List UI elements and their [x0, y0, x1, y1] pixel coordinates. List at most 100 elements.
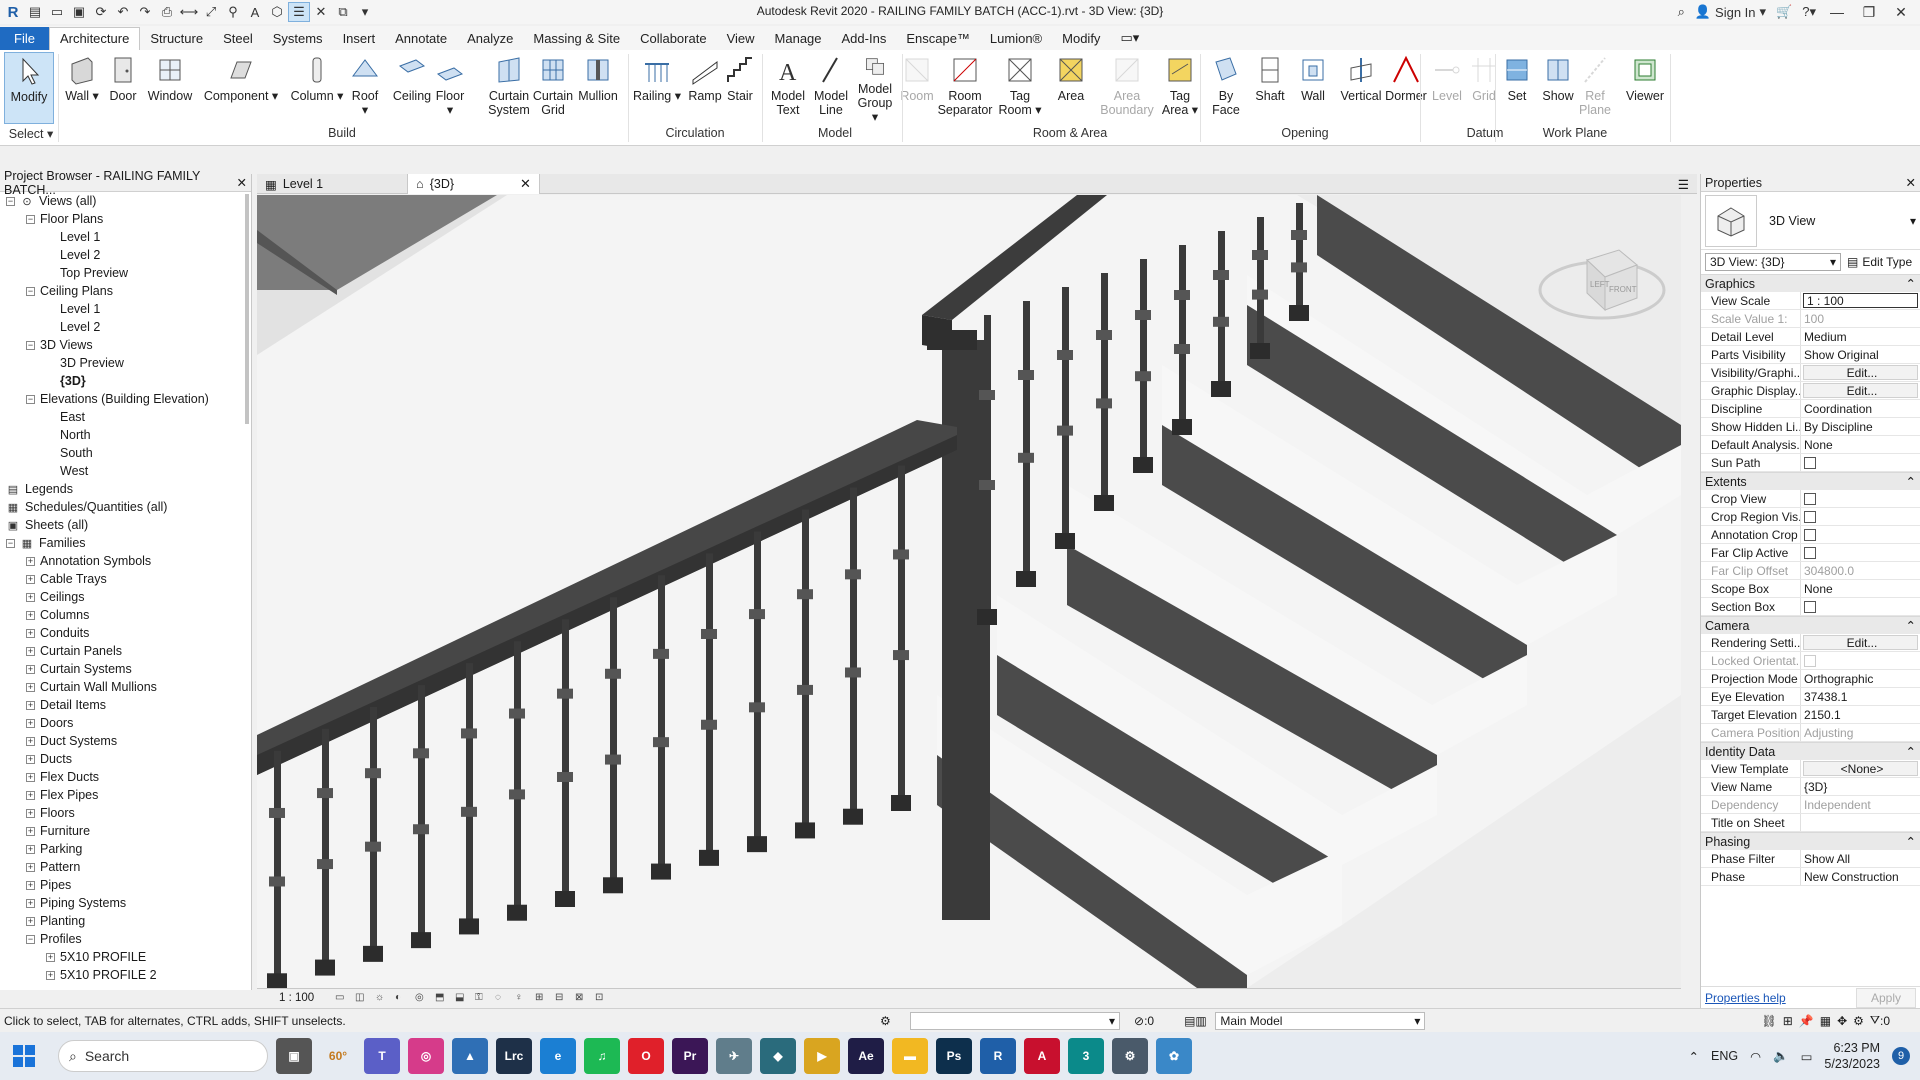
exclude-options-icon[interactable]: ▥: [1195, 1014, 1215, 1028]
expand-icon[interactable]: +: [26, 718, 35, 728]
premiere-icon[interactable]: Pr: [672, 1038, 708, 1074]
close-hidden-windows-icon[interactable]: ✕: [310, 2, 332, 22]
properties-help-link[interactable]: Properties help: [1705, 991, 1786, 1005]
3d-viewport[interactable]: LEFT FRONT: [257, 195, 1681, 988]
close-icon[interactable]: ✕: [237, 175, 247, 190]
temp-hide-icon[interactable]: ◌: [495, 992, 509, 1004]
tree-node[interactable]: + Planting: [26, 912, 85, 930]
clock[interactable]: 6:23 PM 5/23/2023: [1824, 1040, 1880, 1072]
select-pinned-icon[interactable]: 📌: [1799, 1014, 1814, 1028]
viewer-button[interactable]: Viewer: [1620, 52, 1670, 124]
chevron-up-icon[interactable]: ⌃: [1689, 1049, 1699, 1064]
default-3d-view-icon[interactable]: ⬡: [266, 2, 288, 22]
property-value[interactable]: [1801, 814, 1920, 831]
tree-node[interactable]: + Furniture: [26, 822, 90, 840]
column-button[interactable]: Column ▾: [288, 52, 346, 124]
tree-node[interactable]: + Duct Systems: [26, 732, 117, 750]
drag-elements-icon[interactable]: ✥: [1837, 1014, 1847, 1028]
collapse-icon[interactable]: −: [26, 934, 35, 944]
expand-icon[interactable]: +: [26, 916, 35, 926]
minimize-button[interactable]: —: [1826, 4, 1848, 20]
property-group-header[interactable]: Extents ⌃: [1701, 472, 1920, 490]
collapse-icon[interactable]: ⌃: [1906, 276, 1916, 291]
curtain-system-button[interactable]: Curtain System: [487, 52, 531, 124]
tab-manage[interactable]: Manage: [765, 28, 832, 50]
property-value[interactable]: Orthographic: [1801, 670, 1920, 687]
model-group-button[interactable]: Model Group ▾: [854, 52, 896, 124]
tree-node[interactable]: Level 2: [46, 318, 100, 336]
expand-icon[interactable]: +: [26, 736, 35, 746]
property-edit-button[interactable]: Edit...: [1803, 383, 1918, 398]
tab-lumion[interactable]: Lumion®: [980, 28, 1052, 50]
tab-steel[interactable]: Steel: [213, 28, 263, 50]
worksharing-icon[interactable]: ⊞: [535, 992, 549, 1004]
room-button[interactable]: Room: [900, 52, 934, 124]
tab-collaborate[interactable]: Collaborate: [630, 28, 717, 50]
tree-node[interactable]: + Parking: [26, 840, 82, 858]
network-app-icon[interactable]: ✿: [1156, 1038, 1192, 1074]
restore-button[interactable]: ❐: [1858, 4, 1880, 21]
scrollbar[interactable]: [245, 194, 249, 424]
tree-node[interactable]: Level 2: [46, 246, 100, 264]
area-boundary-button[interactable]: Area Boundary: [1099, 52, 1155, 124]
background-processes-icon[interactable]: ⚙: [1853, 1014, 1864, 1028]
tab-annotate[interactable]: Annotate: [385, 28, 457, 50]
teams-icon[interactable]: T: [364, 1038, 400, 1074]
tree-node[interactable]: + Floors: [26, 804, 75, 822]
tree-node[interactable]: + Pipes: [26, 876, 71, 894]
tree-node[interactable]: Level 1: [46, 300, 100, 318]
instance-filter-dropdown[interactable]: 3D View: {3D} ▾: [1705, 253, 1841, 271]
folder-icon[interactable]: ▭: [46, 2, 68, 22]
tree-node[interactable]: North: [46, 426, 91, 444]
property-value[interactable]: 37438.1: [1801, 688, 1920, 705]
open-icon[interactable]: ▤: [24, 2, 46, 22]
lightroom-icon[interactable]: Lrc: [496, 1038, 532, 1074]
tab-3d[interactable]: ⌂ {3D} ✕: [408, 174, 540, 194]
collapse-icon[interactable]: −: [26, 394, 35, 404]
collapse-icon[interactable]: −: [6, 538, 15, 548]
tab-view[interactable]: View: [717, 28, 765, 50]
task-view-icon[interactable]: ▣: [276, 1038, 312, 1074]
expand-icon[interactable]: +: [26, 700, 35, 710]
customize-qat-icon[interactable]: ▾: [354, 2, 376, 22]
select-underlay-icon[interactable]: ⊞: [1783, 1014, 1793, 1028]
settings-icon[interactable]: ⚙: [1112, 1038, 1148, 1074]
stair-button[interactable]: Stair: [723, 52, 757, 124]
checkbox[interactable]: [1804, 510, 1816, 523]
sketchup-icon[interactable]: ◆: [760, 1038, 796, 1074]
collapse-icon[interactable]: ⌃: [1906, 618, 1916, 633]
tag-area-button[interactable]: Tag Area ▾: [1159, 52, 1201, 124]
instagram-icon[interactable]: ◎: [408, 1038, 444, 1074]
tree-node[interactable]: + Pattern: [26, 858, 80, 876]
property-group-header[interactable]: Camera ⌃: [1701, 616, 1920, 634]
property-group-header[interactable]: Graphics ⌃: [1701, 274, 1920, 292]
collapse-icon[interactable]: ⌃: [1906, 474, 1916, 489]
tree-node[interactable]: East: [46, 408, 85, 426]
tab-structure[interactable]: Structure: [140, 28, 213, 50]
edge-icon[interactable]: e: [540, 1038, 576, 1074]
vertical-button[interactable]: Vertical: [1337, 52, 1385, 124]
tree-node[interactable]: + Columns: [26, 606, 89, 624]
tree-node[interactable]: Top Preview: [46, 264, 128, 282]
property-checkbox[interactable]: [1801, 490, 1920, 507]
tree-node[interactable]: 3D Preview: [46, 354, 124, 372]
tree-node[interactable]: −3D Views: [26, 336, 93, 354]
photoshop-icon[interactable]: Ps: [936, 1038, 972, 1074]
tree-node[interactable]: + Ducts: [26, 750, 72, 768]
expand-icon[interactable]: +: [26, 826, 35, 836]
expand-icon[interactable]: +: [26, 808, 35, 818]
tree-node[interactable]: − Profiles: [26, 930, 82, 948]
set-button[interactable]: Set: [1503, 52, 1531, 124]
tag-icon[interactable]: ⚲: [222, 2, 244, 22]
tree-node[interactable]: + Flex Ducts: [26, 768, 99, 786]
revit-icon[interactable]: R: [980, 1038, 1016, 1074]
expand-icon[interactable]: +: [26, 880, 35, 890]
worksets-icon[interactable]: ⚙: [880, 1014, 910, 1028]
tree-node[interactable]: Level 1: [46, 228, 100, 246]
collapse-icon[interactable]: ⌃: [1906, 744, 1916, 759]
property-value[interactable]: None: [1801, 436, 1920, 453]
tree-node[interactable]: + Flex Pipes: [26, 786, 98, 804]
opera-icon[interactable]: O: [628, 1038, 664, 1074]
wall-button[interactable]: Wall: [1296, 52, 1330, 124]
tab-insert[interactable]: Insert: [333, 28, 386, 50]
